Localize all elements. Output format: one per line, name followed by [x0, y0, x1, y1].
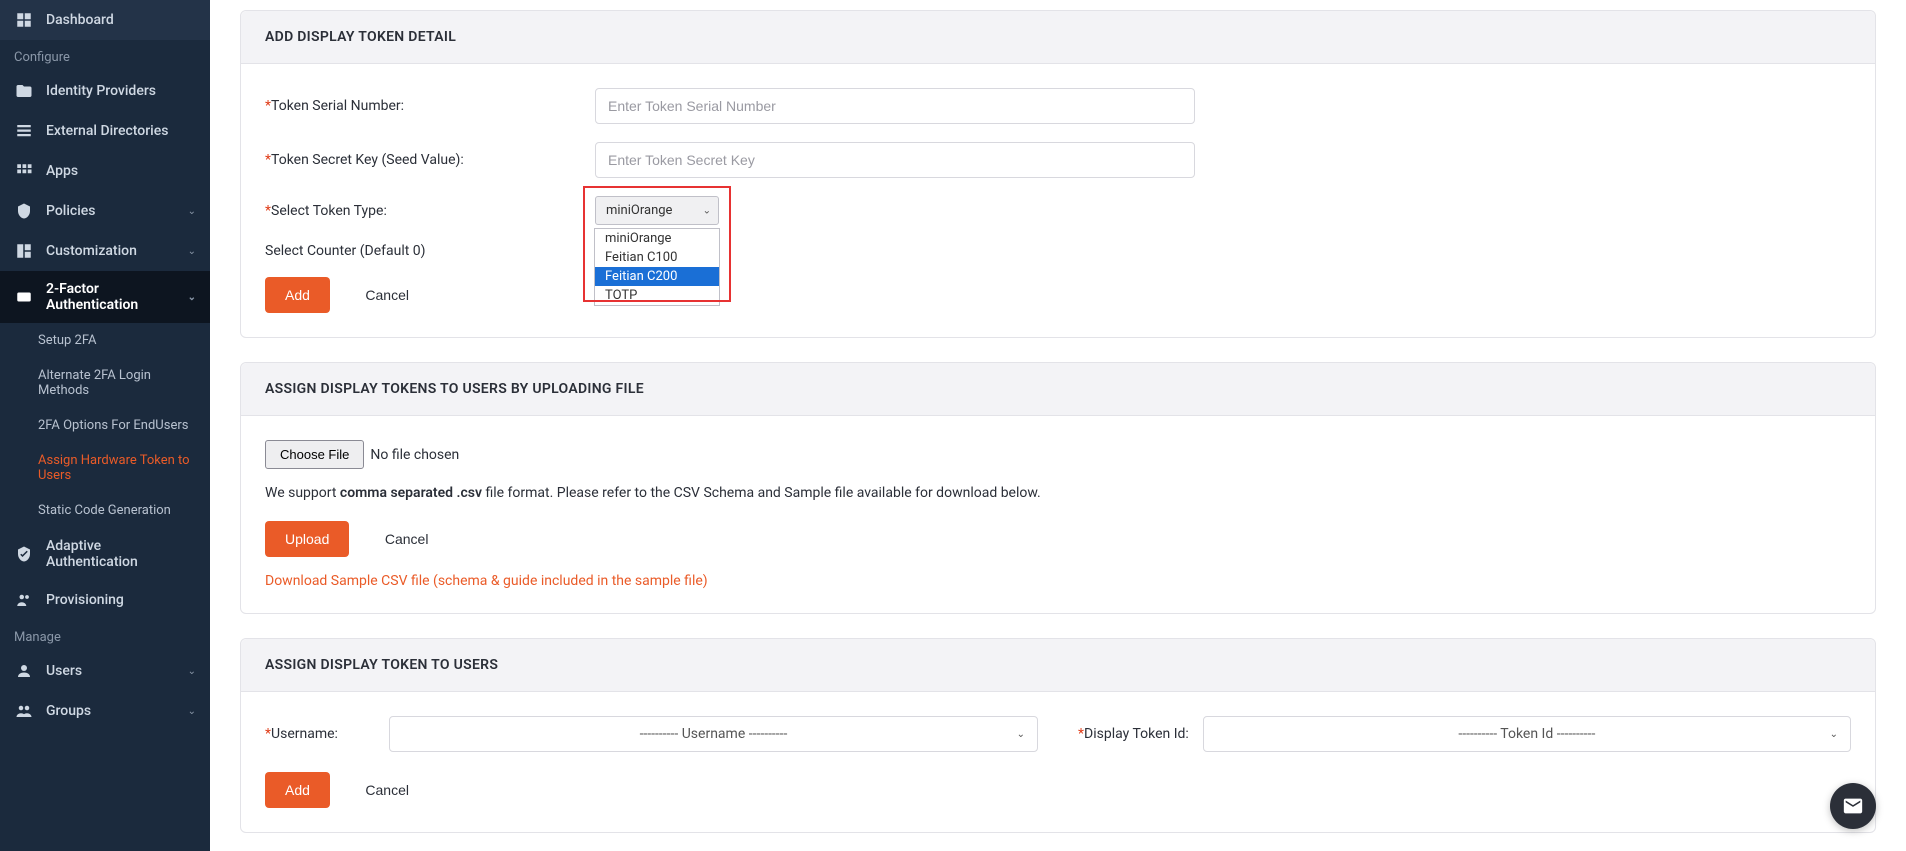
file-status-text: No file chosen	[370, 447, 459, 463]
directories-icon	[14, 121, 34, 141]
chevron-down-icon: ⌄	[188, 246, 196, 257]
add-button[interactable]: Add	[265, 772, 330, 808]
sidebar-item-external-directories[interactable]: External Directories	[0, 111, 210, 151]
dropdown-opt-feitian-c200[interactable]: Feitian C200	[595, 267, 719, 286]
sidebar-item-label: Groups	[46, 703, 91, 719]
panel-title: ASSIGN DISPLAY TOKENS TO USERS BY UPLOAD…	[241, 363, 1875, 416]
sidebar-item-identity-providers[interactable]: Identity Providers	[0, 71, 210, 111]
policies-icon	[14, 201, 34, 221]
panel-assign-by-file: ASSIGN DISPLAY TOKENS TO USERS BY UPLOAD…	[240, 362, 1876, 614]
chevron-down-icon: ⌄	[188, 666, 196, 677]
label-token-id: *Display Token Id:	[1078, 726, 1189, 742]
sub-item-assign-hardware-token[interactable]: Assign Hardware Token to Users	[0, 443, 210, 493]
sidebar-item-2fa[interactable]: 2-Factor Authentication ⌄	[0, 271, 210, 323]
label-counter: Select Counter (Default 0)	[265, 243, 595, 259]
chevron-down-icon: ⌄	[188, 706, 196, 717]
label-token-serial: *Token Serial Number:	[265, 98, 595, 114]
sidebar-item-label: Identity Providers	[46, 83, 156, 99]
support-text: We support comma separated .csv file for…	[265, 485, 1851, 501]
panel-assign-to-users: ASSIGN DISPLAY TOKEN TO USERS *Username:…	[240, 638, 1876, 833]
label-token-type: *Select Token Type:	[265, 203, 595, 219]
sidebar-item-customization[interactable]: Customization ⌄	[0, 231, 210, 271]
idp-icon	[14, 81, 34, 101]
select-token-type-wrap: miniOrange ⌄ miniOrange Feitian C100 Fei…	[595, 196, 719, 225]
sidebar-item-label: External Directories	[46, 123, 168, 139]
sub-item-setup-2fa[interactable]: Setup 2FA	[0, 323, 210, 358]
groups-icon	[14, 701, 34, 721]
sidebar-item-adaptive-auth[interactable]: Adaptive Authentication	[0, 528, 210, 580]
main-content: ADD DISPLAY TOKEN DETAIL *Token Serial N…	[210, 0, 1906, 851]
select-username[interactable]: ---------- Username ---------- ⌄	[389, 716, 1038, 752]
sidebar-item-apps[interactable]: Apps	[0, 151, 210, 191]
user-icon	[14, 661, 34, 681]
dropdown-opt-feitian-c100[interactable]: Feitian C100	[595, 248, 719, 267]
sidebar-section-manage: Manage	[0, 620, 210, 651]
sidebar-item-policies[interactable]: Policies ⌄	[0, 191, 210, 231]
upload-button[interactable]: Upload	[265, 521, 349, 557]
label-username: *Username:	[265, 726, 375, 742]
sub-item-alternate-2fa[interactable]: Alternate 2FA Login Methods	[0, 358, 210, 408]
sidebar-item-provisioning[interactable]: Provisioning	[0, 580, 210, 620]
sub-item-static-code[interactable]: Static Code Generation	[0, 493, 210, 528]
dropdown-opt-miniorange[interactable]: miniOrange	[595, 229, 719, 248]
sidebar-item-label: Provisioning	[46, 592, 124, 608]
sidebar-item-label: Adaptive Authentication	[46, 538, 196, 570]
sidebar-item-label: Apps	[46, 163, 78, 179]
add-button[interactable]: Add	[265, 277, 330, 313]
dropdown-opt-totp[interactable]: TOTP	[595, 286, 719, 305]
label-token-secret: *Token Secret Key (Seed Value):	[265, 152, 595, 168]
cancel-button[interactable]: Cancel	[345, 772, 429, 808]
sidebar-item-label: Customization	[46, 243, 137, 259]
sidebar-item-groups[interactable]: Groups ⌄	[0, 691, 210, 731]
sub-item-2fa-options[interactable]: 2FA Options For EndUsers	[0, 408, 210, 443]
sidebar-item-dashboard[interactable]: Dashboard	[0, 0, 210, 40]
cancel-button[interactable]: Cancel	[345, 277, 429, 313]
input-token-secret[interactable]	[595, 142, 1195, 178]
input-token-serial[interactable]	[595, 88, 1195, 124]
chevron-down-icon: ⌄	[1830, 729, 1838, 740]
panel-add-display-token: ADD DISPLAY TOKEN DETAIL *Token Serial N…	[240, 10, 1876, 338]
cancel-button[interactable]: Cancel	[365, 521, 449, 557]
sidebar: Dashboard Configure Identity Providers E…	[0, 0, 210, 851]
sidebar-item-label: Policies	[46, 203, 96, 219]
chevron-down-icon: ⌄	[1017, 729, 1025, 740]
sidebar-item-label: Dashboard	[46, 12, 114, 28]
chat-fab[interactable]	[1830, 783, 1876, 829]
choose-file-button[interactable]: Choose File	[265, 440, 364, 469]
panel-title: ADD DISPLAY TOKEN DETAIL	[241, 11, 1875, 64]
sidebar-item-label: 2-Factor Authentication	[46, 281, 188, 313]
select-token-type[interactable]: miniOrange	[595, 196, 719, 225]
dashboard-icon	[14, 10, 34, 30]
provisioning-icon	[14, 590, 34, 610]
apps-icon	[14, 161, 34, 181]
customization-icon	[14, 241, 34, 261]
download-sample-link[interactable]: Download Sample CSV file (schema & guide…	[265, 573, 708, 589]
chevron-down-icon: ⌄	[188, 206, 196, 217]
shield-check-icon	[14, 544, 34, 564]
sidebar-item-label: Users	[46, 663, 82, 679]
select-token-id[interactable]: ---------- Token Id ---------- ⌄	[1203, 716, 1851, 752]
2fa-icon	[14, 287, 34, 307]
chevron-down-icon: ⌄	[188, 292, 196, 303]
dropdown-token-type: miniOrange Feitian C100 Feitian C200 TOT…	[594, 228, 720, 306]
sidebar-item-users[interactable]: Users ⌄	[0, 651, 210, 691]
panel-title: ASSIGN DISPLAY TOKEN TO USERS	[241, 639, 1875, 692]
mail-icon	[1842, 795, 1864, 817]
sidebar-section-configure: Configure	[0, 40, 210, 71]
